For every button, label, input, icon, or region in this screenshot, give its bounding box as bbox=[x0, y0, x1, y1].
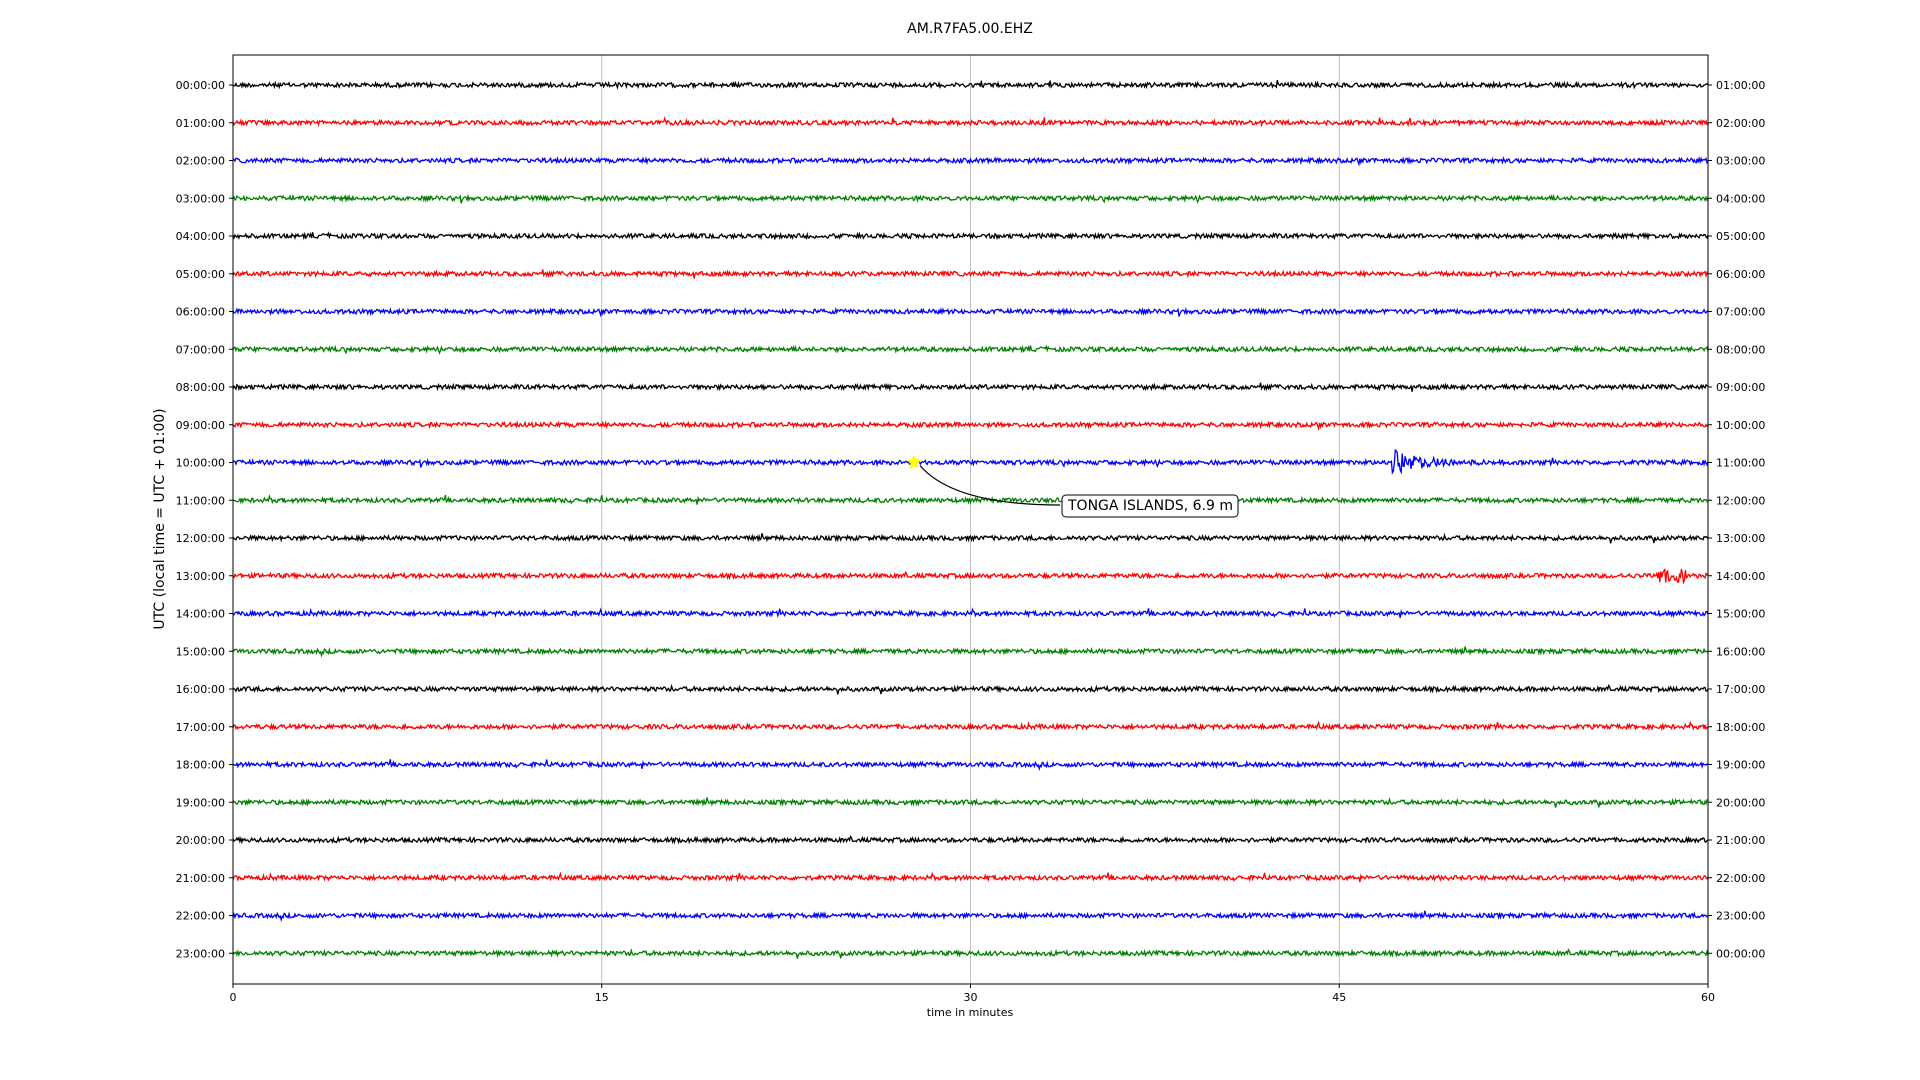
y-tick-label-right: 15:00:00 bbox=[1716, 608, 1765, 621]
y-axis-label: UTC (local time = UTC + 01:00) bbox=[152, 408, 168, 629]
y-tick-label-right: 03:00:00 bbox=[1716, 155, 1765, 168]
y-tick-label-right: 05:00:00 bbox=[1716, 230, 1765, 243]
y-tick-label-right: 12:00:00 bbox=[1716, 494, 1765, 507]
y-tick-label-left: 16:00:00 bbox=[176, 683, 225, 696]
annotation-label: TONGA ISLANDS, 6.9 m bbox=[1067, 498, 1233, 514]
y-tick-label-right: 18:00:00 bbox=[1716, 721, 1765, 734]
y-tick-label-right: 07:00:00 bbox=[1716, 306, 1765, 319]
helicorder-chart: AM.R7FA5.00.EHZ 00:00:00 01:00:00 02:00:00… bbox=[152, 21, 1765, 1019]
y-tick-label-right: 04:00:00 bbox=[1716, 192, 1765, 205]
y-tick-label-left: 11:00:00 bbox=[176, 494, 225, 507]
chart-title: AM.R7FA5.00.EHZ bbox=[907, 21, 1033, 37]
y-tick-label-left: 17:00:00 bbox=[176, 721, 225, 734]
y-tick-label-left: 13:00:00 bbox=[176, 570, 225, 583]
y-tick-label-left: 04:00:00 bbox=[176, 230, 225, 243]
y-tick-label-left: 03:00:00 bbox=[176, 192, 225, 205]
y-tick-label-right: 13:00:00 bbox=[1716, 532, 1765, 545]
y-tick-label-right: 14:00:00 bbox=[1716, 570, 1765, 583]
y-tick-label-right: 21:00:00 bbox=[1716, 834, 1765, 847]
y-tick-label-left: 07:00:00 bbox=[176, 343, 225, 356]
y-tick-label-left: 21:00:00 bbox=[176, 872, 225, 885]
x-tick-label: 60 bbox=[1701, 991, 1715, 1004]
annotation-arrow bbox=[919, 465, 1061, 506]
x-tick-label: 0 bbox=[230, 991, 237, 1004]
vertical-grid bbox=[601, 55, 1340, 984]
x-axis-label: time in minutes bbox=[927, 1006, 1014, 1019]
y-tick-label-left: 06:00:00 bbox=[176, 306, 225, 319]
y-tick-label-left: 10:00:00 bbox=[176, 457, 225, 470]
x-tick-label: 15 bbox=[595, 991, 609, 1004]
y-tick-label-right: 17:00:00 bbox=[1716, 683, 1765, 696]
y-tick-label-right: 06:00:00 bbox=[1716, 268, 1765, 281]
y-tick-label-right: 09:00:00 bbox=[1716, 381, 1765, 394]
y-tick-label-right: 20:00:00 bbox=[1716, 796, 1765, 809]
y-tick-label-left: 09:00:00 bbox=[176, 419, 225, 432]
x-axis-ticks: 0 15 30 45 60 bbox=[230, 984, 1715, 1004]
y-tick-label-right: 10:00:00 bbox=[1716, 419, 1765, 432]
y-tick-label-right: 00:00:00 bbox=[1716, 947, 1765, 960]
y-tick-label-left: 05:00:00 bbox=[176, 268, 225, 281]
x-tick-label: 30 bbox=[964, 991, 978, 1004]
y-tick-label-right: 19:00:00 bbox=[1716, 759, 1765, 772]
y-tick-label-left: 20:00:00 bbox=[176, 834, 225, 847]
y-tick-label-right: 23:00:00 bbox=[1716, 910, 1765, 923]
y-tick-label-left: 19:00:00 bbox=[176, 796, 225, 809]
y-tick-label-left: 18:00:00 bbox=[176, 759, 225, 772]
y-tick-label-right: 16:00:00 bbox=[1716, 645, 1765, 658]
event-star-icon bbox=[906, 454, 922, 469]
y-tick-label-left: 14:00:00 bbox=[176, 608, 225, 621]
y-tick-label-left: 01:00:00 bbox=[176, 117, 225, 130]
x-tick-label: 45 bbox=[1332, 991, 1346, 1004]
y-tick-label-right: 11:00:00 bbox=[1716, 457, 1765, 470]
y-tick-label-right: 01:00:00 bbox=[1716, 79, 1765, 92]
y-tick-label-left: 23:00:00 bbox=[176, 947, 225, 960]
y-tick-label-left: 22:00:00 bbox=[176, 910, 225, 923]
y-tick-label-left: 12:00:00 bbox=[176, 532, 225, 545]
y-tick-label-left: 00:00:00 bbox=[176, 79, 225, 92]
y-tick-label-right: 02:00:00 bbox=[1716, 117, 1765, 130]
y-tick-label-left: 02:00:00 bbox=[176, 155, 225, 168]
y-tick-label-right: 22:00:00 bbox=[1716, 872, 1765, 885]
y-tick-label-right: 08:00:00 bbox=[1716, 343, 1765, 356]
y-tick-label-left: 15:00:00 bbox=[176, 645, 225, 658]
y-tick-label-left: 08:00:00 bbox=[176, 381, 225, 394]
